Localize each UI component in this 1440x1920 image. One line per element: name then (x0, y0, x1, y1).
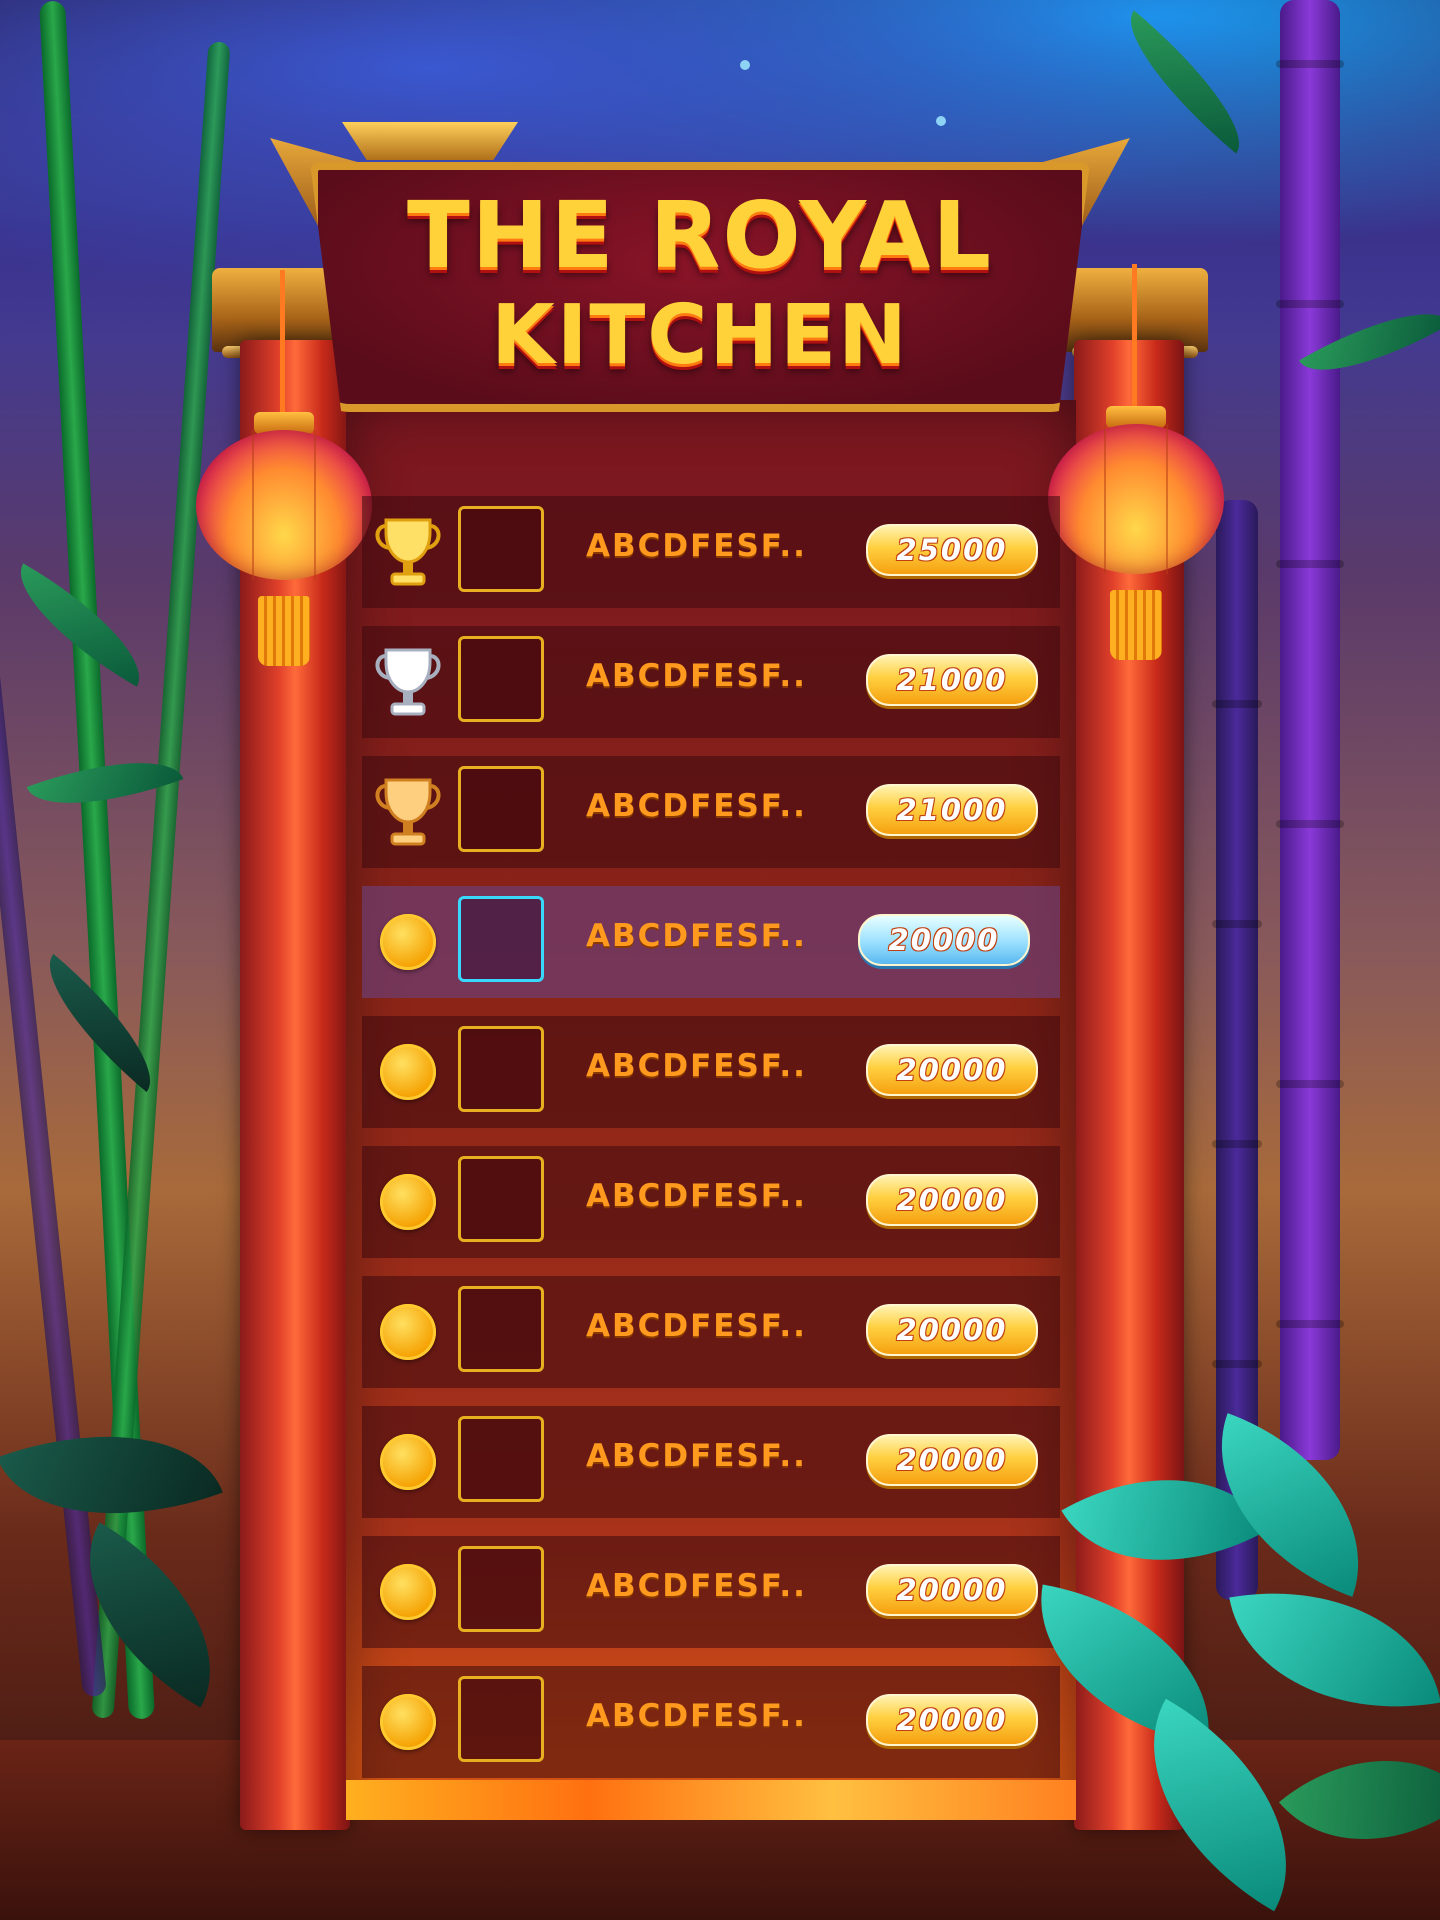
title-banner: THE ROYAL KITCHEN (270, 138, 1130, 418)
score-badge: 21000 (866, 784, 1038, 836)
leaderboard-row[interactable]: ABCDFESF.. 20000 (362, 1146, 1060, 1258)
player-name: ABCDFESF.. (586, 1178, 807, 1214)
player-avatar[interactable] (458, 506, 544, 592)
game-title-line-1: THE ROYAL (406, 182, 994, 289)
star (740, 60, 750, 70)
bronze-trophy-icon (370, 774, 446, 850)
leaderboard-row[interactable]: ABCDFESF.. 20000 (362, 1406, 1060, 1518)
leaderboard-list[interactable]: ABCDFESF.. 25000 ABCDFESF.. 21000 ABCDFESF..… (362, 496, 1060, 1796)
player-name: ABCDFESF.. (586, 1048, 807, 1084)
player-name: ABCDFESF.. (586, 528, 807, 564)
score-badge: 25000 (866, 524, 1038, 576)
score-badge: 20000 (866, 1044, 1038, 1096)
player-name: ABCDFESF.. (586, 788, 807, 824)
score-badge: 20000 (866, 1694, 1038, 1746)
coin-icon (370, 904, 446, 980)
player-name: ABCDFESF.. (586, 1438, 807, 1474)
score-badge: 20000 (866, 1564, 1038, 1616)
coin-icon (370, 1294, 446, 1370)
leaderboard-row[interactable]: ABCDFESF.. 21000 (362, 626, 1060, 738)
player-avatar[interactable] (458, 896, 544, 982)
coin-icon (370, 1164, 446, 1240)
score-badge: 20000 (858, 914, 1030, 966)
score-badge: 20000 (866, 1174, 1038, 1226)
score-badge: 20000 (866, 1434, 1038, 1486)
player-avatar[interactable] (458, 766, 544, 852)
player-name: ABCDFESF.. (586, 1568, 807, 1604)
coin-icon (370, 1424, 446, 1500)
leaderboard-row[interactable]: ABCDFESF.. 20000 (362, 1536, 1060, 1648)
player-avatar[interactable] (458, 1286, 544, 1372)
player-avatar[interactable] (458, 636, 544, 722)
lantern-right (1048, 264, 1224, 660)
player-avatar[interactable] (458, 1546, 544, 1632)
player-avatar[interactable] (458, 1676, 544, 1762)
leaderboard-row[interactable]: ABCDFESF.. 21000 (362, 756, 1060, 868)
leaderboard-row[interactable]: ABCDFESF.. 25000 (362, 496, 1060, 608)
score-badge: 20000 (866, 1304, 1038, 1356)
leaderboard-row[interactable]: ABCDFESF.. 20000 (362, 1666, 1060, 1778)
score-badge: 21000 (866, 654, 1038, 706)
bamboo-stalk (1276, 0, 1344, 1460)
silver-trophy-icon (370, 644, 446, 720)
leaderboard-row[interactable]: ABCDFESF.. 20000 (362, 886, 1060, 998)
lantern-left (196, 270, 372, 666)
player-name: ABCDFESF.. (586, 918, 807, 954)
player-avatar[interactable] (458, 1156, 544, 1242)
game-title-line-2: KITCHEN (491, 288, 909, 383)
star (936, 116, 946, 126)
player-name: ABCDFESF.. (586, 1308, 807, 1344)
coin-icon (370, 1554, 446, 1630)
player-name: ABCDFESF.. (586, 1698, 807, 1734)
gold-trophy-icon (370, 514, 446, 590)
leaderboard-row[interactable]: ABCDFESF.. 20000 (362, 1276, 1060, 1388)
coin-icon (370, 1684, 446, 1760)
player-avatar[interactable] (458, 1026, 544, 1112)
player-avatar[interactable] (458, 1416, 544, 1502)
coin-icon (370, 1034, 446, 1110)
leaderboard-row[interactable]: ABCDFESF.. 20000 (362, 1016, 1060, 1128)
player-name: ABCDFESF.. (586, 658, 807, 694)
